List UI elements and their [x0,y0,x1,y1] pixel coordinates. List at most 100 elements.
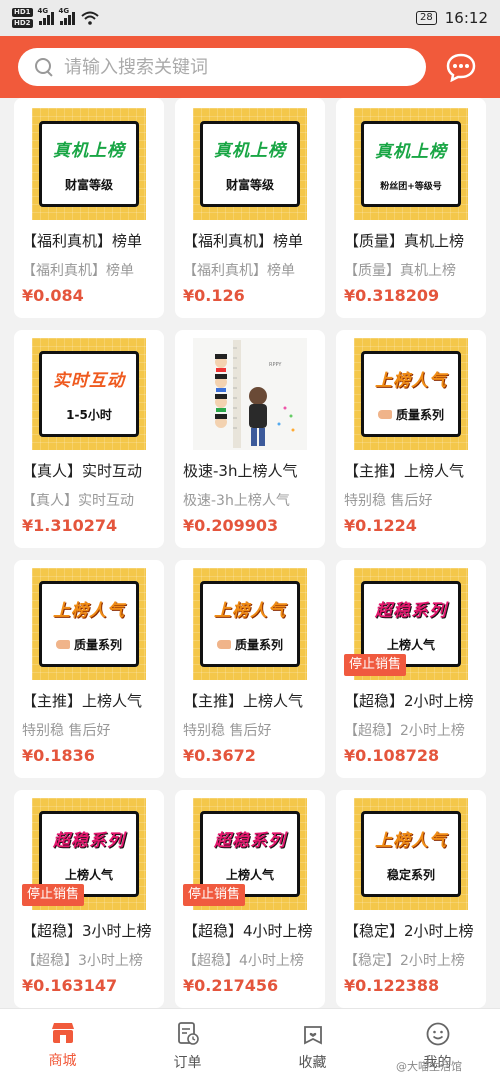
thumb-caption: 财富等级 [225,177,274,192]
clock: 16:12 [444,9,488,27]
height-chart-photo: RPPY [193,338,307,450]
hand-icon [216,639,231,649]
product-card[interactable]: 上榜人气 质量系列 【主推】上榜人气 特别稳 售后好 ¥0.1836 [14,560,164,778]
battery-icon: 28 [416,11,437,25]
hand-icon [377,409,392,419]
product-thumbnail: 真机上榜 财富等级 [193,108,307,220]
product-price: ¥0.3672 [183,746,256,765]
product-price: ¥1.310274 [22,516,118,535]
store-icon [51,1023,74,1043]
thumb-caption: 粉丝团+等级号 [380,181,442,192]
profile-icon [426,1022,449,1046]
search-input[interactable] [64,56,384,78]
thumb-headline: 超稳系列 [375,600,447,621]
watermark: @大喵生活馆 [396,1060,462,1073]
product-thumbnail: 真机上榜 财富等级 [32,108,146,220]
tab-label: 商城 [48,1053,77,1069]
product-thumbnail: 真机上榜 粉丝团+等级号 [354,108,468,220]
product-subtitle: 【超稳】2小时上榜 [344,723,465,739]
product-title: 【主推】上榜人气 [22,692,143,710]
stop-sale-badge: 停止销售 [22,884,85,906]
product-title: 【福利真机】榜单 [22,232,143,250]
tab-label: 收藏 [298,1055,327,1071]
search-icon [34,57,54,77]
product-thumbnail: 上榜人气 稳定系列 [354,798,468,910]
product-subtitle: 【超稳】3小时上榜 [22,953,143,969]
product-card[interactable]: 上榜人气 质量系列 【主推】上榜人气 特别稳 售后好 ¥0.3672 [175,560,325,778]
product-price: ¥0.217456 [183,976,279,995]
product-thumbnail: 实时互动 1-5小时 [32,338,146,450]
order-icon [177,1022,199,1045]
product-subtitle: 【质量】真机上榜 [344,263,456,279]
search-bar[interactable] [18,48,426,86]
product-price: ¥0.126 [183,286,245,305]
product-title: 【超稳】2小时上榜 [344,692,474,710]
thumb-headline: 超稳系列 [53,830,125,851]
hand-icon [55,639,70,649]
product-grid: 真机上榜 财富等级 【福利真机】榜单 【福利真机】榜单 ¥0.084 真机上榜 … [0,98,500,1008]
product-thumbnail: 上榜人气 质量系列 [193,568,307,680]
product-price: ¥0.209903 [183,516,279,535]
tab-favorites[interactable]: 收藏 [250,1009,375,1084]
thumb-headline: 超稳系列 [214,830,286,851]
product-card[interactable]: 真机上榜 财富等级 【福利真机】榜单 【福利真机】榜单 ¥0.084 [14,98,164,318]
product-card[interactable]: 上榜人气 稳定系列 【稳定】2小时上榜 【稳定】2小时上榜 ¥0.122388 [336,790,486,1008]
product-card[interactable]: RPPY 极速-3h上榜人气 极速-3h上榜人气 ¥0.209903 [175,330,325,548]
product-title: 【真人】实时互动 [22,462,143,480]
product-price: ¥0.1224 [344,516,417,535]
product-title: 【主推】上榜人气 [183,692,304,710]
product-title: 【质量】真机上榜 [344,232,465,250]
hd-indicator: HD1 HD2 [12,8,33,28]
stop-sale-badge: 停止销售 [183,884,246,906]
thumb-headline: 上榜人气 [375,370,447,391]
product-title: 【稳定】2小时上榜 [344,922,474,940]
svg-text:RPPY: RPPY [269,362,282,368]
product-card[interactable]: 超稳系列 上榜人气 停止销售 【超稳】2小时上榜 【超稳】2小时上榜 ¥0.10… [336,560,486,778]
product-title: 【主推】上榜人气 [344,462,465,480]
message-button[interactable] [441,48,481,86]
product-card[interactable]: 真机上榜 粉丝团+等级号 【质量】真机上榜 【质量】真机上榜 ¥0.318209 [336,98,486,318]
product-photo: RPPY [193,338,307,450]
thumb-headline: 上榜人气 [375,830,447,851]
product-subtitle: 【超稳】4小时上榜 [183,953,304,969]
product-price: ¥0.163147 [22,976,118,995]
header [0,36,500,98]
product-subtitle: 极速-3h上榜人气 [183,493,290,509]
product-subtitle: 特别稳 售后好 [344,493,433,509]
thumb-headline: 实时互动 [53,370,125,391]
thumb-headline: 真机上榜 [375,141,447,162]
thumb-caption: 质量系列 [216,636,283,653]
product-subtitle: 【稳定】2小时上榜 [344,953,465,969]
thumb-headline: 上榜人气 [214,600,286,621]
product-price: ¥0.122388 [344,976,440,995]
product-subtitle: 【真人】实时互动 [22,493,134,509]
thumb-caption: 财富等级 [64,177,113,192]
thumb-caption: 质量系列 [55,636,122,653]
product-title: 【超稳】3小时上榜 [22,922,152,940]
product-price: ¥0.1836 [22,746,95,765]
thumb-headline: 上榜人气 [53,600,125,621]
thumb-caption: 1-5小时 [66,407,112,422]
thumb-headline: 真机上榜 [53,140,125,161]
stop-sale-badge: 停止销售 [344,654,407,676]
product-card[interactable]: 上榜人气 质量系列 【主推】上榜人气 特别稳 售后好 ¥0.1224 [336,330,486,548]
product-card[interactable]: 超稳系列 上榜人气 停止销售 【超稳】4小时上榜 【超稳】4小时上榜 ¥0.21… [175,790,325,1008]
product-subtitle: 【福利真机】榜单 [22,263,134,279]
thumb-caption: 质量系列 [377,406,444,423]
chat-icon [446,53,476,82]
product-card[interactable]: 真机上榜 财富等级 【福利真机】榜单 【福利真机】榜单 ¥0.126 [175,98,325,318]
product-subtitle: 【福利真机】榜单 [183,263,295,279]
favorite-icon [303,1026,322,1045]
tab-store[interactable]: 商城 [0,1009,125,1084]
tab-orders[interactable]: 订单 [125,1009,250,1084]
product-card[interactable]: 超稳系列 上榜人气 停止销售 【超稳】3小时上榜 【超稳】3小时上榜 ¥0.16… [14,790,164,1008]
product-title: 【超稳】4小时上榜 [183,922,313,940]
signal-icon: 4G [59,7,75,25]
thumb-caption: 上榜人气 [64,867,113,882]
product-title: 【福利真机】榜单 [183,232,304,250]
product-subtitle: 特别稳 售后好 [22,723,111,739]
product-card[interactable]: 实时互动 1-5小时 【真人】实时互动 【真人】实时互动 ¥1.310274 [14,330,164,548]
signal-icon: 4G [38,7,54,25]
product-price: ¥0.108728 [344,746,440,765]
status-bar: HD1 HD2 4G 4G 28 16:12 [0,0,500,36]
